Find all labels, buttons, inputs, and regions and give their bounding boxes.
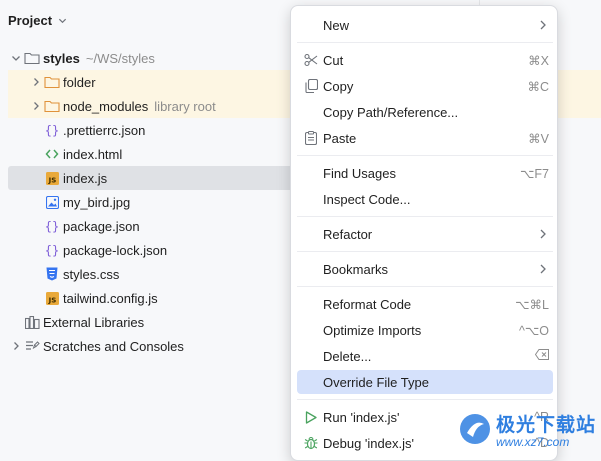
tree-item-label: my_bird.jpg: [63, 194, 131, 210]
menu-separator: [297, 216, 553, 217]
watermark-url: www.xz7.com: [496, 434, 570, 449]
tree-item-hint: library root: [154, 98, 216, 114]
menu-item-refactor[interactable]: Refactor: [297, 222, 553, 246]
menu-item-label: Override File Type: [323, 374, 429, 390]
menu-item-shortcut: ⌘C: [527, 79, 549, 94]
svg-text:JS: JS: [47, 176, 56, 184]
tree-item-label: index.html: [63, 146, 123, 162]
menu-item-label: Refactor: [323, 226, 373, 242]
menu-item-optimize-imports[interactable]: Optimize Imports ^⌥O: [297, 318, 553, 342]
menu-separator: [297, 286, 553, 287]
tree-item-label: External Libraries: [43, 314, 145, 330]
menu-item-label: Run 'index.js': [323, 409, 400, 425]
chevron-right-icon[interactable]: [28, 98, 44, 114]
menu-item-label: Inspect Code...: [323, 191, 411, 207]
json-icon: {}: [44, 218, 60, 234]
menu-item-copy[interactable]: Copy ⌘C: [297, 74, 553, 98]
chevron-right-icon: [540, 20, 546, 30]
tree-item-label: node_modules: [63, 98, 149, 114]
menu-item-shortcut: ⌘V: [528, 131, 549, 146]
menu-item-paste[interactable]: Paste ⌘V: [297, 126, 553, 150]
menu-item-label: Copy Path/Reference...: [323, 104, 459, 120]
panel-title[interactable]: Project: [8, 13, 52, 28]
menu-item-cut[interactable]: Cut ⌘X: [297, 48, 553, 72]
delete-key-icon: [534, 349, 549, 363]
folder-icon: [44, 74, 60, 90]
menu-separator: [297, 155, 553, 156]
context-menu: New Cut ⌘X Copy ⌘C Copy Path/Reference..…: [290, 5, 558, 461]
watermark-logo: [460, 414, 490, 444]
menu-separator: [297, 42, 553, 43]
menu-item-label: Paste: [323, 130, 357, 146]
svg-text:{}: {}: [45, 220, 59, 234]
image-icon: [44, 194, 60, 210]
menu-item-label: Find Usages: [323, 165, 396, 181]
svg-text:{}: {}: [45, 124, 59, 138]
menu-item-label: Delete...: [323, 348, 372, 364]
menu-separator: [297, 251, 553, 252]
tree-item-label: package-lock.json: [63, 242, 168, 258]
watermark: 极光下载站 www.xz7.com: [458, 400, 598, 458]
menu-item-shortcut: ^⌥O: [519, 323, 549, 338]
menu-item-label: Bookmarks: [323, 261, 389, 277]
run-icon: [303, 409, 319, 425]
tree-item-label: index.js: [63, 170, 108, 186]
menu-item-label: Reformat Code: [323, 296, 412, 312]
folder-icon: [24, 50, 40, 66]
library-icon: [24, 314, 40, 330]
menu-item-label: Optimize Imports: [323, 322, 422, 338]
chevron-right-icon: [540, 229, 546, 239]
tree-root-label: styles: [43, 50, 80, 66]
menu-item-shortcut: ⌥⌘L: [515, 297, 549, 312]
tree-item-label: .prettierrc.json: [63, 122, 146, 138]
json-icon: {}: [44, 122, 60, 138]
menu-item-shortcut: ⌥F7: [520, 166, 549, 181]
copy-icon: [303, 78, 319, 94]
menu-item-label: Cut: [323, 52, 344, 68]
menu-item-shortcut: ⌘X: [528, 53, 549, 68]
menu-item-inspect-code[interactable]: Inspect Code...: [297, 187, 553, 211]
json-icon: {}: [44, 242, 60, 258]
javascript-icon: JS: [44, 170, 60, 186]
menu-item-label: Copy: [323, 78, 354, 94]
tree-item-label: folder: [63, 74, 96, 90]
tree-item-label: Scratches and Consoles: [43, 338, 184, 354]
chevron-right-icon[interactable]: [28, 74, 44, 90]
menu-item-new[interactable]: New: [297, 13, 553, 37]
tree-item-label: styles.css: [63, 266, 120, 282]
menu-item-bookmarks[interactable]: Bookmarks: [297, 257, 553, 281]
tree-item-label: package.json: [63, 218, 140, 234]
scissors-icon: [303, 52, 319, 68]
html-icon: [44, 146, 60, 162]
menu-item-delete[interactable]: Delete...: [297, 344, 553, 368]
menu-item-label: Debug 'index.js': [323, 435, 414, 451]
folder-icon: [44, 98, 60, 114]
watermark-title: 极光下载站: [496, 414, 597, 436]
menu-item-override-file-type[interactable]: Override File Type: [297, 370, 553, 394]
svg-text:{}: {}: [45, 244, 59, 258]
bug-icon: [303, 435, 319, 451]
chevron-right-icon: [540, 264, 546, 274]
menu-item-reformat-code[interactable]: Reformat Code ⌥⌘L: [297, 292, 553, 316]
menu-item-copy-path[interactable]: Copy Path/Reference...: [297, 100, 553, 124]
css-icon: [44, 266, 60, 282]
tree-root-path: ~/WS/styles: [85, 50, 155, 66]
javascript-icon: JS: [44, 290, 60, 306]
chevron-down-icon[interactable]: [58, 16, 67, 25]
menu-item-label: New: [323, 17, 350, 33]
chevron-right-icon[interactable]: [8, 338, 24, 354]
tree-item-index-js[interactable]: JS index.js: [8, 166, 298, 190]
menu-item-find-usages[interactable]: Find Usages ⌥F7: [297, 161, 553, 185]
svg-text:JS: JS: [47, 296, 56, 304]
tree-item-label: tailwind.config.js: [63, 290, 158, 306]
clipboard-icon: [303, 130, 319, 146]
chevron-down-icon[interactable]: [8, 50, 24, 66]
scratches-icon: [24, 338, 40, 354]
